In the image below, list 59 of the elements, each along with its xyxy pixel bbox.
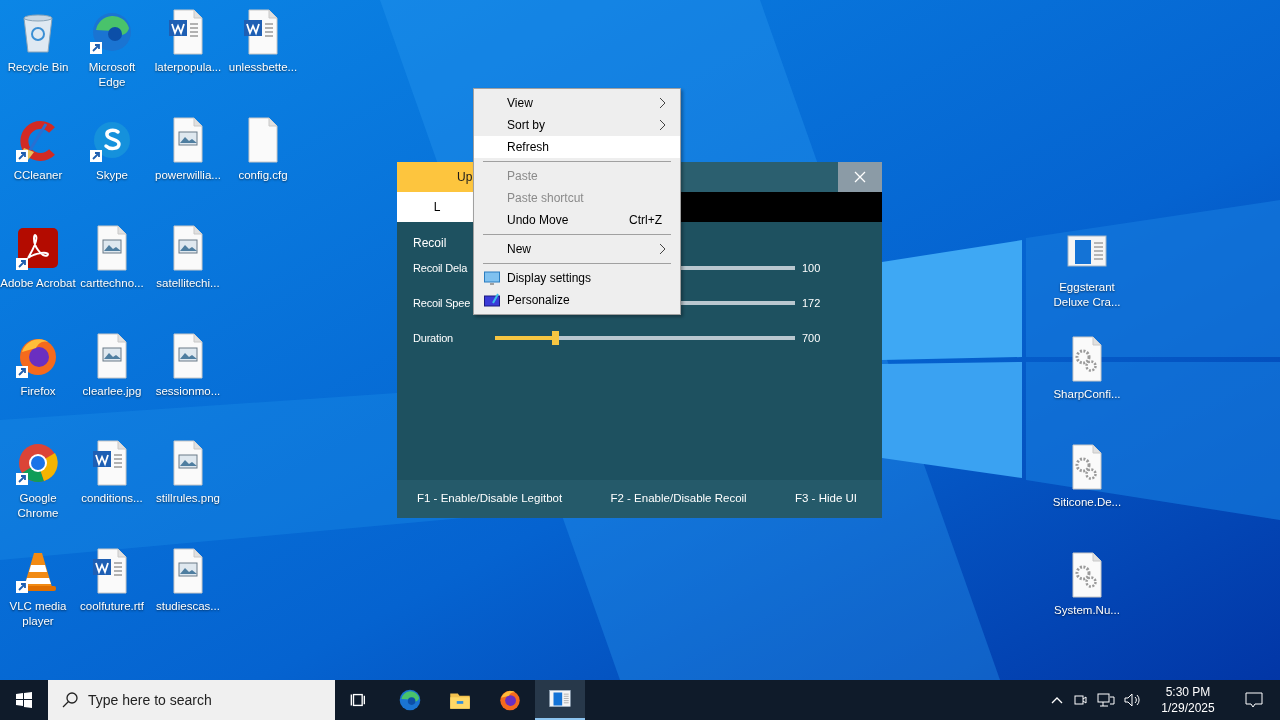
- icon-label[interactable]: clearlee.jpg: [74, 384, 150, 399]
- section-label: Recoil: [413, 235, 447, 252]
- close-icon: [854, 171, 866, 183]
- chevron-right-icon: [659, 243, 666, 255]
- menu-item[interactable]: Refresh: [474, 136, 680, 158]
- menu-item[interactable]: New: [474, 238, 680, 260]
- icon-label[interactable]: Skype: [74, 168, 150, 183]
- slider-value: 700: [802, 330, 821, 346]
- hotkey-hint: F3 - Hide UI: [795, 491, 857, 507]
- icon-label[interactable]: Firefox: [0, 384, 76, 399]
- slider-label: Duration: [413, 330, 454, 346]
- icon-label[interactable]: SharpConfi...: [1049, 387, 1125, 402]
- icon-label[interactable]: sessionmo...: [150, 384, 226, 399]
- taskbar-button[interactable]: [535, 680, 585, 720]
- icon-label[interactable]: VLC media player: [0, 599, 76, 629]
- menu-item[interactable]: Display settings: [474, 267, 680, 289]
- icon-label[interactable]: Eggsterant Deluxe Cra...: [1049, 280, 1125, 310]
- search-field[interactable]: Type here to search: [48, 680, 335, 720]
- menu-item[interactable]: View: [474, 92, 680, 114]
- icon-label[interactable]: studiescas...: [150, 599, 226, 614]
- icon-label[interactable]: laterpopula...: [150, 60, 226, 75]
- speaker-icon[interactable]: [1124, 692, 1142, 708]
- browser-icon: [397, 687, 423, 713]
- hotkey-hint: F1 - Enable/Disable Legitbot: [417, 491, 563, 507]
- paint-screen-icon: [483, 293, 500, 307]
- icon-label[interactable]: conditions...: [74, 491, 150, 506]
- icon-label[interactable]: unlessbette...: [225, 60, 301, 75]
- chevron-right-icon: [659, 119, 666, 131]
- clock[interactable]: 5:30 PM 1/29/2025: [1151, 684, 1225, 716]
- icon-label[interactable]: satellitechi...: [150, 276, 226, 291]
- slider-value: 172: [802, 295, 821, 311]
- menu-item[interactable]: Sort by: [474, 114, 680, 136]
- menu-item[interactable]: Personalize: [474, 289, 680, 311]
- icon-label[interactable]: Recycle Bin: [0, 60, 76, 75]
- slider-label: Recoil Spee: [413, 295, 472, 311]
- hotkey-hint: F2 - Enable/Disable Recoil: [610, 491, 747, 507]
- network-icon[interactable]: [1097, 692, 1115, 708]
- monitor-icon: [483, 271, 500, 285]
- icon-label[interactable]: CCleaner: [0, 168, 76, 183]
- menu-item[interactable]: Undo Move Ctrl+Z: [474, 209, 680, 231]
- icon-label[interactable]: System.Nu...: [1049, 603, 1125, 618]
- chevron-right-icon: [659, 97, 666, 109]
- icon-label[interactable]: coolfuture.rtf: [74, 599, 150, 614]
- icon-label[interactable]: stillrules.png: [150, 491, 226, 506]
- icon-label[interactable]: Google Chrome: [0, 491, 76, 521]
- camera-icon[interactable]: [1072, 692, 1088, 708]
- icon-label[interactable]: Adobe Acrobat: [0, 276, 76, 291]
- icon-label[interactable]: Siticone.De...: [1049, 495, 1125, 510]
- slider-label: Recoil Dela: [413, 260, 469, 276]
- chevron-up-icon[interactable]: [1051, 696, 1063, 704]
- slider-value: 100: [802, 260, 821, 276]
- message-icon: [1245, 691, 1263, 709]
- slider-thumb[interactable]: [552, 331, 559, 345]
- icon-label[interactable]: powerwillia...: [150, 168, 226, 183]
- search-icon: [62, 692, 78, 708]
- icon-label[interactable]: Microsoft Edge: [74, 60, 150, 90]
- windows-logo-icon: [16, 692, 32, 708]
- slider-track[interactable]: [492, 331, 798, 345]
- icon-label[interactable]: config.cfg: [225, 168, 301, 183]
